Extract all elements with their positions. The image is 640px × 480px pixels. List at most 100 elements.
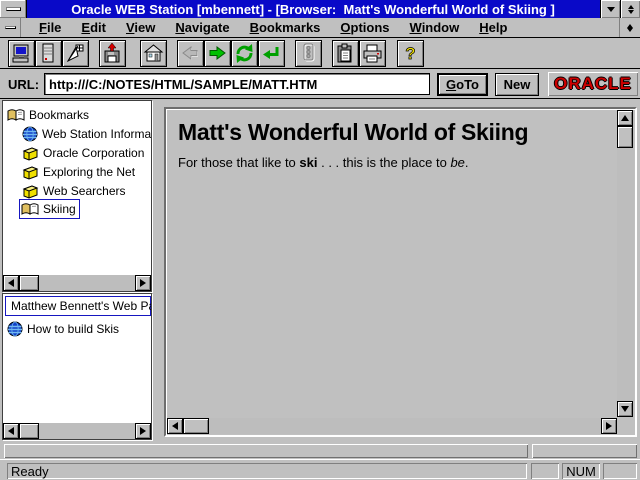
- left-arrow-icon: [8, 427, 14, 435]
- globe-icon: [7, 321, 23, 337]
- bookmark-root[interactable]: Bookmarks: [7, 106, 89, 124]
- clipboard-button[interactable]: [332, 40, 359, 67]
- scroll-left-button[interactable]: [3, 423, 19, 439]
- computer-button[interactable]: [8, 40, 35, 67]
- body-text: . . . this is the place to: [317, 155, 450, 170]
- back-arrow-icon: [180, 43, 201, 64]
- bookmark-item-web-searchers[interactable]: Web Searchers: [22, 182, 125, 200]
- navigator-icon: [65, 43, 86, 64]
- reload-button[interactable]: [231, 40, 258, 67]
- status-cell-empty-1: [531, 463, 559, 479]
- status-bar: Ready NUM: [0, 459, 640, 480]
- scroll-track[interactable]: [209, 418, 601, 434]
- bookmark-item-web-station-information[interactable]: Web Station Information: [22, 125, 152, 143]
- back-button[interactable]: [177, 40, 204, 67]
- print-button[interactable]: [359, 40, 386, 67]
- scroll-left-button[interactable]: [167, 418, 183, 434]
- minimize-button[interactable]: [600, 0, 620, 18]
- forward-button[interactable]: [204, 40, 231, 67]
- menu-help[interactable]: Help: [469, 18, 517, 37]
- pages-hscrollbar[interactable]: [3, 423, 151, 439]
- restore-down-icon: [628, 10, 634, 14]
- page-item-matthew-bennetts-web-page[interactable]: Matthew Bennett's Web Pa: [5, 297, 151, 315]
- content-region: Bookmarks Web Station Information Oracle…: [0, 99, 640, 443]
- bookmark-item-label: Exploring the Net: [43, 165, 135, 179]
- url-label: URL:: [8, 77, 39, 92]
- menu-bookmarks[interactable]: Bookmarks: [240, 18, 331, 37]
- menu-window[interactable]: Window: [400, 18, 470, 37]
- publish-button[interactable]: [99, 40, 126, 67]
- page-item-label: How to build Skis: [27, 322, 119, 336]
- goto-button[interactable]: GoTo: [437, 73, 488, 96]
- panel-splitter[interactable]: [153, 99, 163, 443]
- help-button[interactable]: ?: [397, 40, 424, 67]
- scroll-track[interactable]: [39, 275, 135, 291]
- scroll-right-button[interactable]: [135, 423, 151, 439]
- menu-navigate[interactable]: Navigate: [165, 18, 239, 37]
- bookmarks-hscrollbar[interactable]: [3, 275, 151, 291]
- body-text: .: [465, 155, 469, 170]
- return-button[interactable]: [258, 40, 285, 67]
- minimize-icon: [607, 7, 615, 12]
- home-icon: [143, 43, 164, 64]
- browser-hscrollbar[interactable]: [167, 418, 617, 434]
- stop-button[interactable]: [295, 40, 322, 67]
- status-message: Ready: [7, 463, 527, 479]
- scroll-down-button[interactable]: [617, 401, 633, 417]
- page-item-how-to-build-skis[interactable]: How to build Skis: [7, 320, 119, 338]
- book-closed-icon: [22, 165, 39, 180]
- child-restore-down-icon: [627, 28, 633, 32]
- title-bar: Oracle WEB Station [mbennett] - [Browser…: [0, 0, 640, 18]
- left-arrow-icon: [172, 422, 178, 430]
- book-closed-icon: [22, 184, 39, 199]
- scroll-left-button[interactable]: [3, 275, 19, 291]
- bookmark-item-label: Oracle Corporation: [43, 146, 144, 160]
- left-arrow-icon: [8, 279, 14, 287]
- restore-button[interactable]: [620, 0, 640, 18]
- selection-outline: Skiing: [19, 199, 80, 219]
- bookmark-item-oracle-corporation[interactable]: Oracle Corporation: [22, 144, 144, 162]
- progress-strip: [4, 444, 528, 458]
- clipboard-icon: [335, 43, 356, 64]
- scroll-thumb[interactable]: [617, 126, 633, 148]
- menu-bar: File Edit View Navigate Bookmarks Option…: [0, 18, 640, 38]
- right-arrow-icon: [140, 279, 146, 287]
- app-system-menu-button[interactable]: [0, 0, 27, 18]
- progress-strip-secondary: [532, 444, 637, 458]
- new-button[interactable]: New: [495, 73, 539, 96]
- scroll-track[interactable]: [39, 423, 135, 439]
- globe-icon: [22, 126, 38, 142]
- bookmark-item-label: Web Station Information: [42, 127, 152, 141]
- scroll-right-button[interactable]: [135, 275, 151, 291]
- navigator-button[interactable]: [62, 40, 89, 67]
- down-arrow-icon: [621, 406, 629, 412]
- home-button[interactable]: [140, 40, 167, 67]
- url-input[interactable]: [44, 73, 430, 95]
- body-text: For those that like to: [178, 155, 299, 170]
- scroll-up-button[interactable]: [617, 110, 633, 126]
- bookmark-item-skiing[interactable]: Skiing: [19, 200, 80, 218]
- bookmark-item-exploring-the-net[interactable]: Exploring the Net: [22, 163, 135, 181]
- browser-vscrollbar[interactable]: [617, 110, 634, 417]
- printer-icon: [362, 43, 383, 64]
- question-mark-icon: ?: [400, 43, 421, 64]
- bookmark-root-label: Bookmarks: [29, 108, 89, 122]
- menu-edit[interactable]: Edit: [71, 18, 116, 37]
- menu-view[interactable]: View: [116, 18, 165, 37]
- scroll-thumb[interactable]: [183, 418, 209, 434]
- menu-options[interactable]: Options: [330, 18, 399, 37]
- reload-icon: [234, 43, 255, 64]
- status-cell-empty-2: [603, 463, 637, 479]
- child-restore-button[interactable]: [619, 18, 640, 37]
- menu-file[interactable]: File: [29, 18, 71, 37]
- scroll-thumb[interactable]: [19, 423, 39, 439]
- server-icon: [38, 43, 59, 64]
- server-button[interactable]: [35, 40, 62, 67]
- forward-arrow-icon: [207, 43, 228, 64]
- scroll-right-button[interactable]: [601, 418, 617, 434]
- document-area: Matt's Wonderful World of Skiing For tho…: [168, 111, 616, 416]
- child-system-menu-button[interactable]: [0, 18, 21, 37]
- child-system-menu-dash-icon: [5, 26, 16, 29]
- scroll-thumb[interactable]: [19, 275, 39, 291]
- status-num-lock: NUM: [562, 463, 600, 479]
